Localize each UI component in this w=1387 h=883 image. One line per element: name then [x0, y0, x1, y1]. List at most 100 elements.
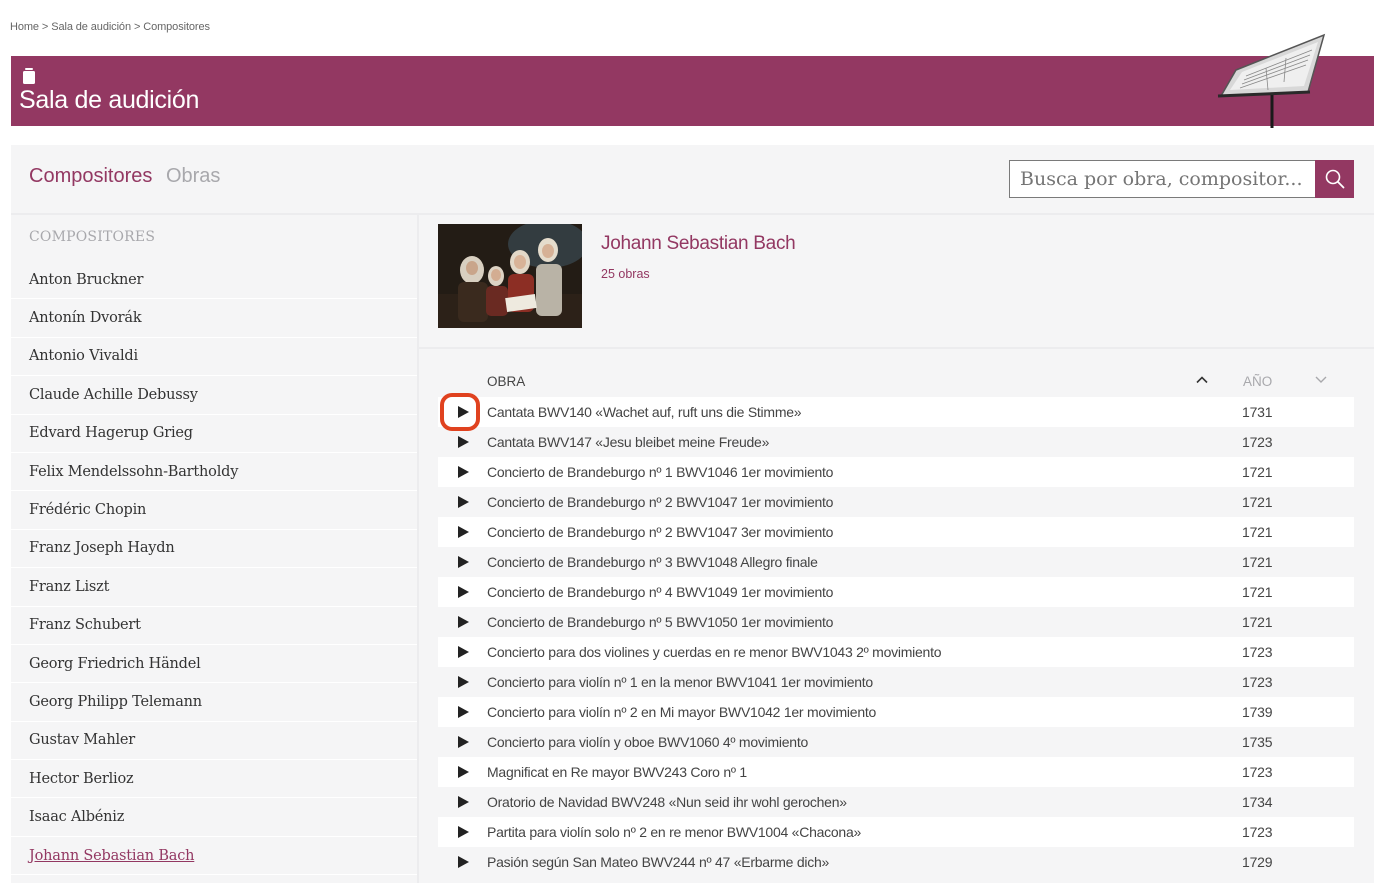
composer-label: Felix Mendelssohn-Bartholdy	[29, 463, 239, 480]
work-title[interactable]: Concierto de Brandeburgo nº 4 BWV1049 1e…	[487, 584, 833, 600]
play-icon[interactable]	[456, 675, 470, 689]
play-icon[interactable]	[456, 615, 470, 629]
work-title[interactable]: Partita para violín solo nº 2 en re meno…	[487, 824, 861, 840]
sidebar-item-composer[interactable]: Edvard Hagerup Grieg	[11, 415, 417, 453]
tab-compositores[interactable]: Compositores	[29, 165, 152, 187]
work-year: 1723	[1242, 434, 1273, 450]
table-row[interactable]: Concierto de Brandeburgo nº 3 BWV1048 Al…	[438, 547, 1354, 577]
works-count: 25 obras	[601, 267, 650, 281]
sidebar-item-composer[interactable]: Franz Liszt	[11, 568, 417, 607]
composer-label: Franz Joseph Haydn	[29, 540, 175, 557]
play-icon[interactable]	[456, 705, 470, 719]
play-icon[interactable]	[456, 585, 470, 599]
play-icon[interactable]	[456, 645, 470, 659]
sidebar-item-composer[interactable]: Isaac Albéniz	[11, 798, 417, 837]
work-year: 1729	[1242, 854, 1273, 870]
play-icon[interactable]	[456, 855, 470, 869]
table-row[interactable]: Concierto de Brandeburgo nº 2 BWV1047 3e…	[438, 517, 1354, 547]
column-header-ano[interactable]: AÑO	[1243, 374, 1272, 389]
search-icon	[1325, 169, 1344, 189]
composer-label[interactable]: Johann Sebastian Bach	[29, 848, 195, 864]
play-icon[interactable]	[456, 495, 470, 509]
work-title[interactable]: Concierto de Brandeburgo nº 3 BWV1048 Al…	[487, 554, 818, 570]
work-title[interactable]: Concierto para dos violines y cuerdas en…	[487, 644, 942, 660]
table-row[interactable]: Oratorio de Navidad BWV248 «Nun seid ihr…	[438, 787, 1354, 817]
breadcrumb-sala[interactable]: Sala de audición	[51, 21, 131, 33]
work-title[interactable]: Concierto para violín nº 1 en la menor B…	[487, 674, 873, 690]
search-input[interactable]	[1009, 160, 1316, 198]
table-row[interactable]: Concierto de Brandeburgo nº 1 BWV1046 1e…	[438, 457, 1354, 487]
search-button[interactable]	[1315, 160, 1354, 198]
play-icon[interactable]	[456, 765, 470, 779]
play-icon[interactable]	[456, 555, 470, 569]
table-row[interactable]: Concierto para violín nº 1 en la menor B…	[438, 667, 1354, 697]
table-row[interactable]: Concierto de Brandeburgo nº 4 BWV1049 1e…	[438, 577, 1354, 607]
table-row[interactable]: Concierto para dos violines y cuerdas en…	[438, 637, 1354, 667]
breadcrumb-home[interactable]: Home	[10, 21, 39, 33]
work-title[interactable]: Concierto para violín nº 2 en Mi mayor B…	[487, 704, 876, 720]
chevron-down-icon[interactable]	[1314, 372, 1328, 386]
column-header-obra[interactable]: OBRA	[487, 374, 525, 389]
sidebar-item-composer[interactable]: Claude Achille Debussy	[11, 376, 417, 415]
sidebar-item-composer[interactable]: Anton Bruckner	[11, 261, 417, 300]
work-title[interactable]: Cantata BWV147 «Jesu bleibet meine Freud…	[487, 434, 769, 450]
work-title[interactable]: Concierto de Brandeburgo nº 5 BWV1050 1e…	[487, 614, 833, 630]
sidebar-item-composer[interactable]: Georg Philipp Telemann	[11, 683, 417, 722]
chevron-up-icon[interactable]	[1195, 373, 1209, 387]
play-icon[interactable]	[456, 525, 470, 539]
work-title[interactable]: Concierto de Brandeburgo nº 2 BWV1047 3e…	[487, 524, 833, 540]
table-row[interactable]: Cantata BWV140 «Wachet auf, ruft uns die…	[438, 393, 1354, 431]
work-title[interactable]: Concierto para violín y oboe BWV1060 4º …	[487, 734, 808, 750]
play-icon[interactable]	[456, 795, 470, 809]
work-title[interactable]: Magnificat en Re mayor BWV243 Coro nº 1	[487, 764, 747, 780]
work-title[interactable]: Cantata BWV140 «Wachet auf, ruft uns die…	[487, 404, 802, 420]
work-title[interactable]: Concierto de Brandeburgo nº 1 BWV1046 1e…	[487, 464, 833, 480]
play-icon[interactable]	[456, 405, 470, 419]
sidebar-item-composer[interactable]: Georg Friedrich Händel	[11, 645, 417, 684]
table-row[interactable]: Concierto para violín nº 2 en Mi mayor B…	[438, 697, 1354, 727]
table-row[interactable]: Pasión según San Mateo BWV244 nº 47 «Erb…	[438, 847, 1354, 877]
play-icon[interactable]	[456, 735, 470, 749]
divider	[419, 347, 1374, 349]
work-year: 1731	[1242, 404, 1273, 420]
composer-label: Edvard Hagerup Grieg	[29, 425, 193, 442]
work-title[interactable]: Pasión según San Mateo BWV244 nº 47 «Erb…	[487, 854, 829, 870]
play-icon[interactable]	[456, 825, 470, 839]
table-row[interactable]: Cantata BWV147 «Jesu bleibet meine Freud…	[438, 427, 1354, 457]
breadcrumb: Home > Sala de audición > Compositores	[10, 21, 210, 33]
works-table: Cantata BWV140 «Wachet auf, ruft uns die…	[438, 393, 1354, 877]
sidebar-item-composer[interactable]: Hector Berlioz	[11, 760, 417, 799]
sidebar-item-composer-active[interactable]: Johann Sebastian Bach	[11, 837, 417, 876]
work-year: 1739	[1242, 704, 1273, 720]
main-panel: Compositores Obras COMPOSITORES Anton Br…	[11, 145, 1374, 883]
sidebar-item-composer[interactable]: Antonio Vivaldi	[11, 338, 417, 377]
breadcrumb-compositores: Compositores	[143, 21, 210, 33]
page-banner: Sala de audición	[11, 33, 1374, 128]
sidebar-item-composer[interactable]: Felix Mendelssohn-Bartholdy	[11, 453, 417, 492]
composer-label: Hector Berlioz	[29, 770, 134, 787]
play-icon[interactable]	[456, 435, 470, 449]
table-row[interactable]: Concierto de Brandeburgo nº 2 BWV1047 1e…	[438, 487, 1354, 517]
composer-sidebar: COMPOSITORES Anton Bruckner Antonín Dvor…	[11, 215, 417, 883]
tab-obras[interactable]: Obras	[166, 165, 220, 187]
work-title[interactable]: Oratorio de Navidad BWV248 «Nun seid ihr…	[487, 794, 847, 810]
table-row[interactable]: Concierto para violín y oboe BWV1060 4º …	[438, 727, 1354, 757]
sidebar-item-composer[interactable]: Gustav Mahler	[11, 722, 417, 761]
play-icon[interactable]	[456, 465, 470, 479]
sidebar-item-composer[interactable]: Antonín Dvorák	[11, 299, 417, 338]
table-row[interactable]: Partita para violín solo nº 2 en re meno…	[438, 817, 1354, 847]
view-tabs: Compositores Obras	[29, 165, 220, 188]
work-year: 1723	[1242, 644, 1273, 660]
composer-portrait	[438, 224, 582, 328]
work-title[interactable]: Concierto de Brandeburgo nº 2 BWV1047 1e…	[487, 494, 833, 510]
composer-label: Georg Friedrich Händel	[29, 655, 201, 672]
table-row[interactable]: Concierto de Brandeburgo nº 5 BWV1050 1e…	[438, 607, 1354, 637]
breadcrumb-separator: >	[41, 21, 49, 33]
sidebar-item-composer[interactable]: Franz Joseph Haydn	[11, 530, 417, 569]
composer-name: Johann Sebastian Bach	[601, 233, 796, 254]
sidebar-item-composer[interactable]: Franz Schubert	[11, 607, 417, 645]
composer-label: Antonio Vivaldi	[29, 348, 138, 365]
table-row[interactable]: Magnificat en Re mayor BWV243 Coro nº 1 …	[438, 757, 1354, 787]
composer-label: Claude Achille Debussy	[29, 386, 198, 403]
sidebar-item-composer[interactable]: Frédéric Chopin	[11, 491, 417, 530]
